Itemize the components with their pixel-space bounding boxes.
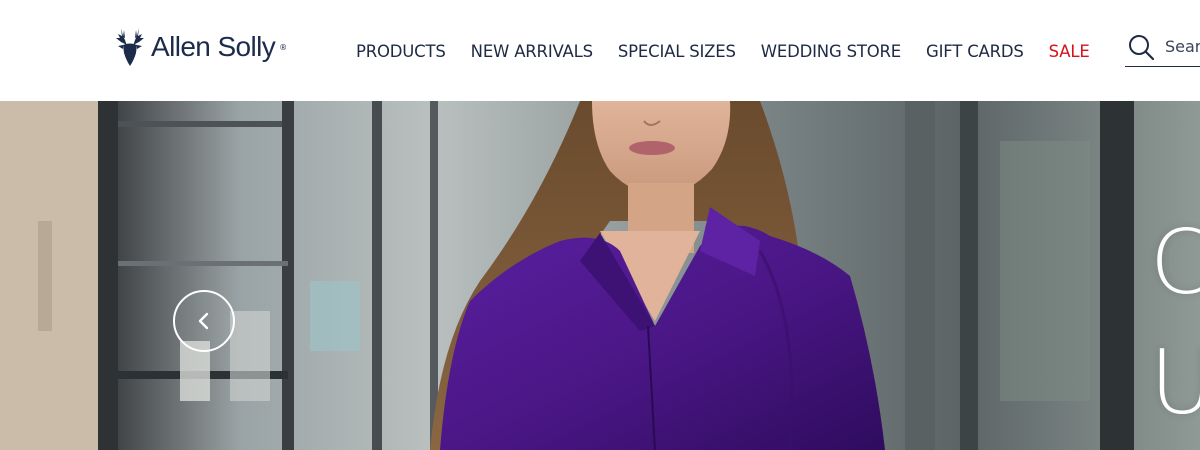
brand-name: Allen Solly [151,31,276,62]
nav-item-new-arrivals[interactable]: NEW ARRIVALS [471,42,593,61]
nav-item-gift-cards[interactable]: GIFT CARDS [926,42,1024,61]
stag-head-icon [116,28,144,66]
main-navigation: PRODUCTS NEW ARRIVALS SPECIAL SIZES WEDD… [356,38,1090,64]
hero-headline-line2: U [1150,331,1200,434]
registered-mark: ® [279,42,288,52]
brand-logo[interactable]: Allen Solly ® [112,26,287,68]
search-input[interactable] [1165,37,1200,56]
nav-item-products[interactable]: PRODUCTS [356,42,446,61]
hero-image [0,101,1200,450]
nav-item-sale[interactable]: SALE [1049,42,1090,61]
search-icon[interactable] [1127,33,1155,61]
site-header: Allen Solly ® PRODUCTS NEW ARRIVALS SPECI… [0,0,1200,101]
nav-item-wedding-store[interactable]: WEDDING STORE [761,42,901,61]
hero-banner: C U [0,101,1200,450]
nav-item-special-sizes[interactable]: SPECIAL SIZES [618,42,736,61]
search-bar [1125,27,1200,67]
hero-headline-line1: C [1150,211,1200,314]
chevron-left-icon [198,312,209,330]
carousel-prev-button[interactable] [173,290,235,352]
